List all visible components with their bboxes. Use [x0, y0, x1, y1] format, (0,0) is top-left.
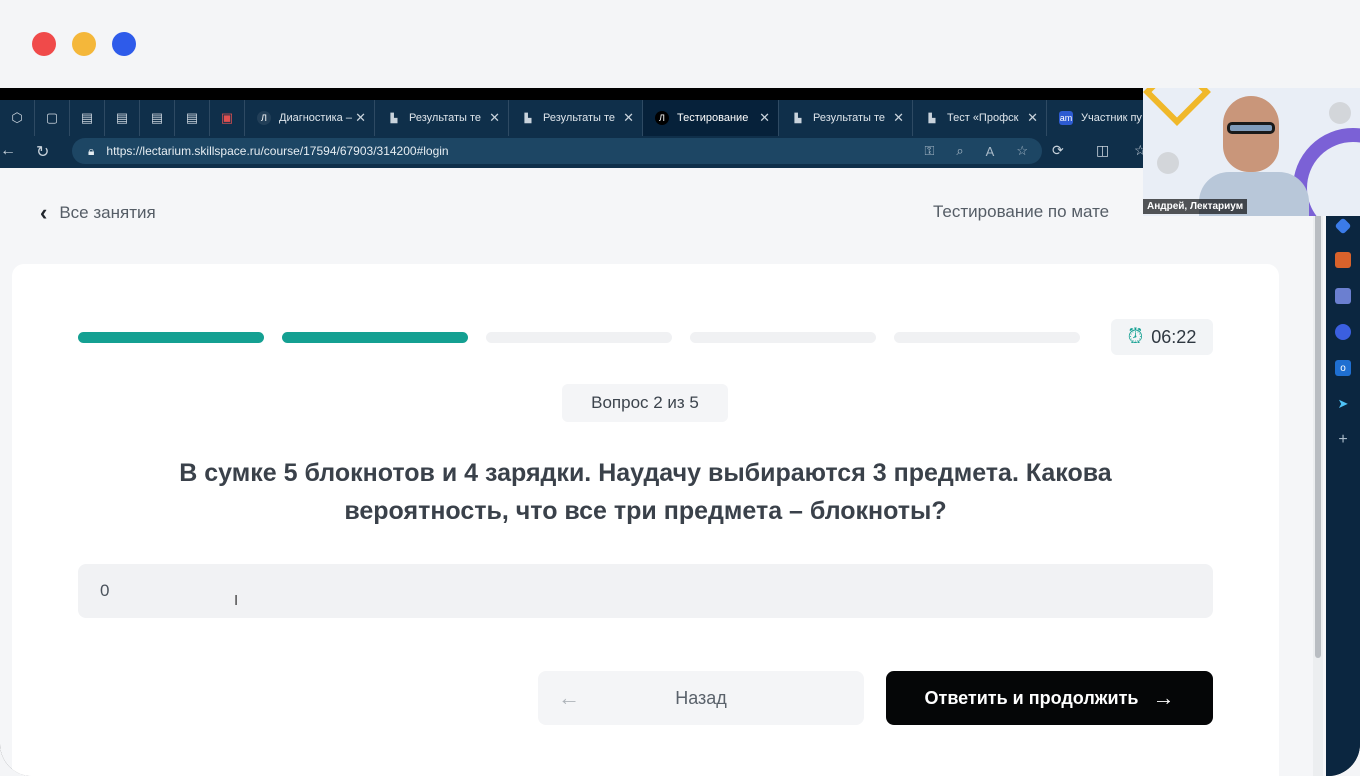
progress-segment: [486, 332, 672, 343]
reload-icon[interactable]: ↻: [36, 142, 49, 162]
emblem-icon: [1329, 102, 1351, 124]
tab-actions-icon[interactable]: ▢: [35, 100, 70, 136]
close-icon[interactable]: ✕: [489, 110, 500, 126]
next-button-label: Ответить и продолжить: [924, 687, 1139, 708]
window-controls: [32, 32, 136, 56]
extensions-icon[interactable]: ⟳: [1052, 142, 1064, 159]
address-bar: ← ↻ 🔒︎ https://lectarium.skillspace.ru/c…: [0, 136, 1147, 168]
workspaces-icon[interactable]: ⬡: [0, 100, 35, 136]
chart-icon: ▙: [794, 112, 802, 123]
send-icon[interactable]: ➤: [1335, 396, 1351, 412]
presenter-head: [1223, 96, 1279, 172]
tab-label: Участник пу: [1081, 112, 1142, 124]
url-field[interactable]: 🔒︎ https://lectarium.skillspace.ru/cours…: [72, 138, 1042, 164]
progress-segment: [690, 332, 876, 343]
browser-tab[interactable]: ▙ Тест «Профск ✕: [913, 100, 1047, 136]
back-link-label: Все занятия: [59, 203, 156, 222]
pinned-tab-icon[interactable]: ▤: [140, 100, 175, 136]
emblem-icon: [1157, 152, 1179, 174]
browser-tab[interactable]: ▙ Результаты те ✕: [779, 100, 913, 136]
tab-label: Диагностика –: [279, 112, 352, 124]
close-icon[interactable]: ✕: [1027, 110, 1038, 126]
arrow-left-icon: ←: [558, 685, 580, 710]
timer-value: 06:22: [1151, 326, 1197, 347]
key-icon[interactable]: ⚿: [924, 143, 934, 159]
question-counter: Вопрос 2 из 5: [562, 384, 728, 422]
browser-tab[interactable]: ▙ Результаты те ✕: [375, 100, 509, 136]
browser-tab-bar: ⬡ ▢ ▤ ▤ ▤ ▤ ▣ Л Диагностика – ✕ ▙ Резуль…: [0, 88, 1143, 136]
answer-value: 0: [100, 581, 110, 600]
question-text: В сумке 5 блокнотов и 4 зарядки. Наудачу…: [179, 459, 1112, 525]
browser-tab[interactable]: am Участник пу: [1047, 100, 1143, 136]
minimize-window-button[interactable]: [72, 32, 96, 56]
tab-label: Результаты те: [543, 112, 616, 124]
web-page: ‹ Все занятия Тестирование по мате ⏰︎ 06…: [0, 168, 1326, 776]
url-text: https://lectarium.skillspace.ru/course/1…: [106, 144, 449, 158]
toolbox-icon[interactable]: [1335, 252, 1351, 268]
outlook-icon[interactable]: o: [1335, 360, 1351, 376]
back-button[interactable]: ← Назад: [538, 671, 864, 725]
tab-bar-icons: ⬡ ▢ ▤ ▤ ▤ ▤ ▣: [0, 100, 245, 136]
chart-icon: ▙: [524, 112, 532, 123]
all-lessons-link[interactable]: ‹ Все занятия: [40, 200, 156, 226]
tab-favicon: Л: [655, 111, 669, 125]
video-call-overlay: Андрей, Лектариум: [1143, 88, 1360, 216]
lock-icon: 🔒︎: [88, 143, 95, 158]
tab-label: Тестирование: [677, 112, 749, 124]
tag-icon[interactable]: [1334, 217, 1352, 235]
page-scrollbar[interactable]: [1313, 168, 1323, 776]
arrow-right-icon: →: [1152, 685, 1175, 710]
presenter-glasses: [1227, 122, 1275, 134]
progress-segment: [894, 332, 1080, 343]
tab-label: Тест «Профск: [947, 112, 1019, 124]
copilot-icon[interactable]: [1335, 324, 1351, 340]
tab-favicon: Л: [257, 111, 271, 125]
progress-segment-completed: [78, 332, 264, 343]
browser-tab[interactable]: Л Диагностика – ✕: [245, 100, 375, 136]
star-icon[interactable]: ☆: [1016, 143, 1028, 159]
shared-screen: ⬡ ▢ ▤ ▤ ▤ ▤ ▣ Л Диагностика – ✕ ▙ Резуль…: [0, 88, 1360, 776]
pinned-tab-icon[interactable]: ▤: [70, 100, 105, 136]
answer-and-continue-button[interactable]: Ответить и продолжить →: [886, 671, 1213, 725]
alarm-clock-icon: ⏰︎: [1127, 325, 1144, 348]
chevron-left-icon: ‹: [40, 200, 48, 225]
pinned-tab-icon[interactable]: ▤: [175, 100, 210, 136]
back-arrow-icon[interactable]: ←: [0, 142, 16, 160]
browser-tab[interactable]: ▙ Результаты те ✕: [509, 100, 643, 136]
url-bar-actions: ⚿ ⌕ A ☆: [924, 138, 1028, 164]
scrollbar-thumb[interactable]: [1315, 188, 1321, 658]
read-aloud-icon[interactable]: A: [986, 144, 995, 159]
close-icon[interactable]: ✕: [623, 110, 634, 126]
browser-tab-active[interactable]: Л Тестирование ✕: [643, 100, 779, 136]
pinned-tab-icon[interactable]: ▤: [105, 100, 140, 136]
chart-icon: ▙: [390, 112, 398, 123]
zoom-icon[interactable]: ⌕: [956, 143, 963, 159]
timer: ⏰︎ 06:22: [1111, 319, 1213, 355]
course-title: Тестирование по мате: [933, 202, 1110, 221]
people-icon[interactable]: [1335, 288, 1351, 304]
presenter-name: Андрей, Лектариум: [1143, 199, 1248, 214]
split-screen-icon[interactable]: ◫: [1096, 142, 1109, 159]
window-frame: ⬡ ▢ ▤ ▤ ▤ ▤ ▣ Л Диагностика – ✕ ▙ Резуль…: [0, 0, 1360, 776]
tab-label: Результаты те: [813, 112, 886, 124]
text-cursor-icon: I: [234, 592, 239, 609]
quiz-progress: [78, 332, 1080, 343]
tab-label: Результаты те: [409, 112, 482, 124]
tab-favicon: am: [1059, 111, 1073, 125]
answer-input[interactable]: 0 I: [78, 564, 1213, 618]
close-icon[interactable]: ✕: [759, 110, 770, 126]
plus-icon[interactable]: +: [1335, 431, 1351, 448]
browser-sidebar: o ➤ +: [1326, 168, 1360, 776]
quiz-card: ⏰︎ 06:22 Вопрос 2 из 5 В сумке 5 блокнот…: [12, 264, 1279, 776]
close-icon[interactable]: ✕: [893, 110, 904, 126]
logo-shape: [1143, 88, 1211, 126]
pdf-tab-icon[interactable]: ▣: [210, 100, 245, 136]
close-icon[interactable]: ✕: [355, 110, 366, 126]
progress-segment-completed: [282, 332, 468, 343]
maximize-window-button[interactable]: [112, 32, 136, 56]
close-window-button[interactable]: [32, 32, 56, 56]
chart-icon: ▙: [928, 112, 936, 123]
back-button-label: Назад: [675, 687, 727, 708]
